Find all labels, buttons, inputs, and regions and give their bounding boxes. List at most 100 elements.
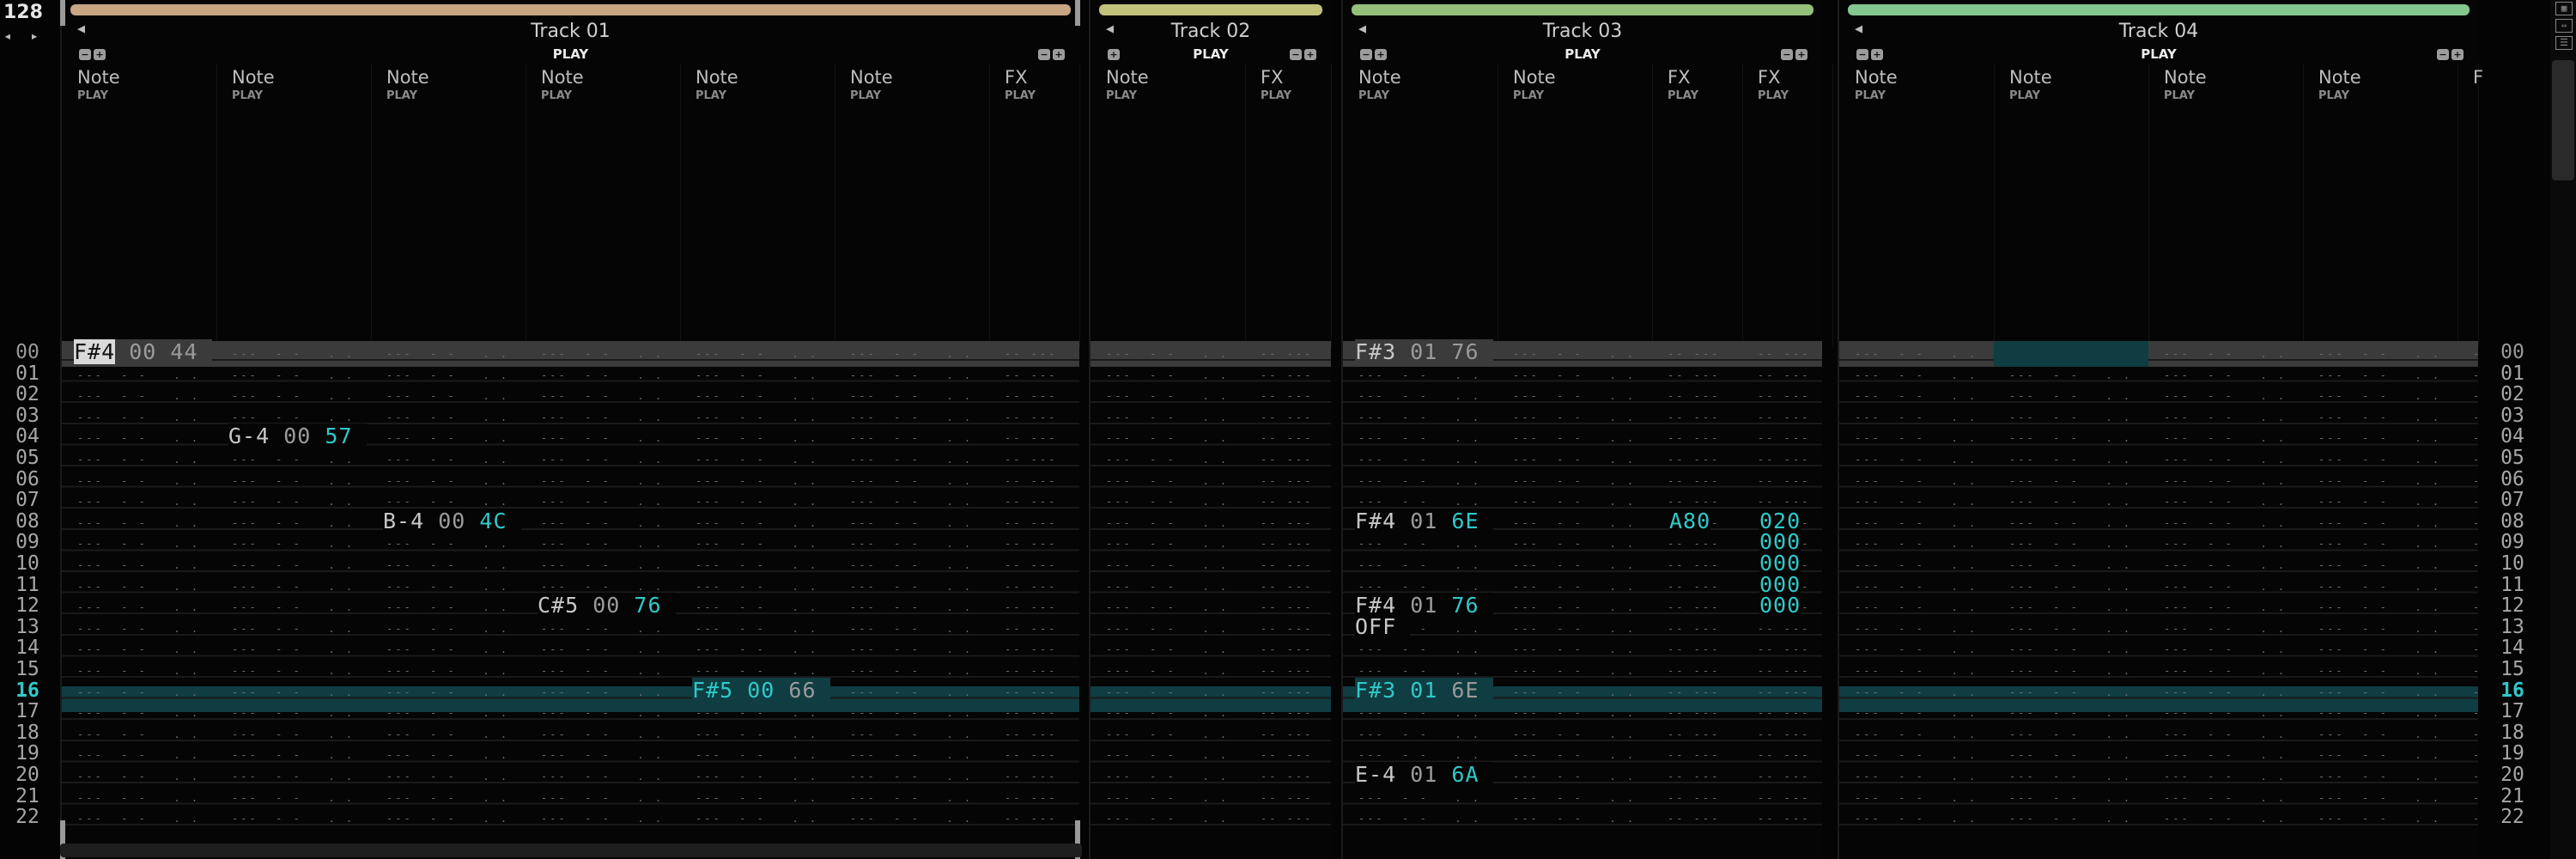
empty-cell[interactable]: --- - - . . xyxy=(850,411,973,423)
empty-cell[interactable]: --- - - . . xyxy=(1358,496,1481,508)
column-header[interactable]: FX PLAY xyxy=(1742,64,1833,347)
column-header[interactable]: Note PLAY xyxy=(1343,64,1498,347)
empty-cell[interactable]: --- - - . . xyxy=(2318,792,2441,804)
empty-cell[interactable]: --- - - . . xyxy=(2318,771,2441,783)
empty-cell[interactable]: -- --- xyxy=(1261,475,1313,487)
empty-cell[interactable]: --- - - . . xyxy=(386,559,509,571)
empty-cell[interactable]: --- - - . . xyxy=(232,369,355,381)
track-title[interactable]: Track 03 xyxy=(1343,21,1822,42)
empty-cell[interactable]: --- - - . . xyxy=(2164,749,2287,761)
empty-cell[interactable]: --- - - . . xyxy=(850,623,973,635)
empty-cell[interactable]: --- - - . . xyxy=(1106,559,1229,571)
empty-cell[interactable]: --- - - . . xyxy=(1513,538,1636,550)
empty-cell[interactable]: --- - - . . xyxy=(850,454,973,466)
empty-cell[interactable]: --- - - . . xyxy=(541,707,664,719)
empty-cell[interactable]: --- - - . . xyxy=(2164,559,2287,571)
empty-cell[interactable]: --- - - . . xyxy=(1513,411,1636,423)
empty-cell[interactable]: --- - - . . xyxy=(1358,813,1481,825)
empty-cell[interactable]: -- --- xyxy=(1005,601,1057,613)
column-header[interactable]: Note PLAY xyxy=(680,64,835,347)
empty-cell[interactable]: -- --- xyxy=(1005,496,1057,508)
empty-cell[interactable]: --- - - . . xyxy=(850,665,973,677)
track-title[interactable]: Track 01 xyxy=(62,21,1079,42)
empty-cell[interactable]: -- --- xyxy=(1758,432,1810,444)
vertical-scrollbar[interactable] xyxy=(2552,60,2574,180)
empty-cell[interactable]: --- - - . . xyxy=(850,369,973,381)
empty-cell[interactable]: --- - - . . xyxy=(77,411,200,423)
empty-cell[interactable]: --- - - . . xyxy=(696,728,818,740)
empty-cell[interactable]: -- --- xyxy=(1668,686,1720,698)
empty-cell[interactable]: -- --- xyxy=(1668,538,1720,550)
empty-cell[interactable]: --- - - . . xyxy=(386,749,509,761)
empty-cell[interactable]: --- - - . . xyxy=(850,771,973,783)
empty-cell[interactable]: --- - - . . xyxy=(2318,348,2441,360)
empty-cell[interactable]: -- --- xyxy=(1261,601,1313,613)
empty-cell[interactable]: --- - - . . xyxy=(696,792,818,804)
column-play-label[interactable]: PLAY xyxy=(77,89,108,102)
empty-cell[interactable]: --- - - . . xyxy=(2318,728,2441,740)
empty-cell[interactable]: --- - - . . xyxy=(696,369,818,381)
empty-cell[interactable]: --- - - . . xyxy=(1855,581,1978,593)
empty-cell[interactable]: --- - - . . xyxy=(2164,623,2287,635)
empty-cell[interactable]: --- - - . . xyxy=(696,707,818,719)
empty-cell[interactable]: --- - - . . xyxy=(2318,411,2441,423)
empty-cell[interactable]: --- - - . . xyxy=(850,686,973,698)
empty-cell[interactable]: -- --- xyxy=(1668,707,1720,719)
empty-cell[interactable]: --- - - . . xyxy=(2009,411,2132,423)
empty-cell[interactable]: --- - - . . xyxy=(2318,665,2441,677)
empty-cell[interactable]: --- - - . . xyxy=(2009,813,2132,825)
empty-cell[interactable]: -- --- xyxy=(1005,369,1057,381)
empty-cell[interactable]: --- - - . . xyxy=(77,601,200,613)
empty-cell[interactable]: --- - - . . xyxy=(1513,707,1636,719)
column-play-label[interactable]: PLAY xyxy=(1106,89,1137,102)
empty-cell[interactable]: --- - - . . xyxy=(541,411,664,423)
empty-cell[interactable]: - xyxy=(2473,707,2482,719)
empty-cell[interactable]: --- - - . . xyxy=(850,749,973,761)
empty-cell[interactable]: --- - - . . xyxy=(541,390,664,402)
empty-cell[interactable]: --- - - . . xyxy=(541,559,664,571)
empty-cell[interactable]: --- - - . . xyxy=(77,665,200,677)
empty-cell[interactable]: -- --- xyxy=(1005,538,1057,550)
column-play-label[interactable]: PLAY xyxy=(386,89,417,102)
empty-cell[interactable]: --- - - . . xyxy=(2164,771,2287,783)
selected-cell[interactable] xyxy=(1994,341,2148,367)
empty-cell[interactable]: --- - - . . xyxy=(1513,686,1636,698)
empty-cell[interactable]: --- - - . . xyxy=(2009,581,2132,593)
empty-cell[interactable]: --- - - . . xyxy=(696,538,818,550)
empty-cell[interactable]: -- --- xyxy=(1758,496,1810,508)
empty-cell[interactable]: --- - - . . xyxy=(2318,643,2441,655)
empty-cell[interactable]: --- - - . . xyxy=(2164,643,2287,655)
empty-cell[interactable]: --- - - . . xyxy=(1855,348,1978,360)
column-play-label[interactable]: PLAY xyxy=(1758,89,1789,102)
note-cell[interactable]: F#3 01 6E xyxy=(1355,677,1493,703)
fx-cell[interactable]: 000 xyxy=(1759,593,1801,618)
remove-fx-column-icon[interactable]: − xyxy=(1290,49,1302,60)
empty-cell[interactable]: --- - - . . xyxy=(696,749,818,761)
empty-cell[interactable]: -- --- xyxy=(1758,454,1810,466)
empty-cell[interactable]: -- --- xyxy=(1005,728,1057,740)
empty-cell[interactable]: --- - - . . xyxy=(541,454,664,466)
empty-cell[interactable]: --- - - . . xyxy=(232,454,355,466)
empty-cell[interactable]: --- - - . . xyxy=(386,728,509,740)
empty-cell[interactable]: -- --- xyxy=(1005,432,1057,444)
empty-cell[interactable]: --- - - . . xyxy=(696,411,818,423)
empty-cell[interactable]: --- - - . . xyxy=(2164,454,2287,466)
empty-cell[interactable]: --- - - . . xyxy=(77,792,200,804)
empty-cell[interactable]: --- - - . . xyxy=(1855,728,1978,740)
empty-cell[interactable]: --- - - . . xyxy=(2009,686,2132,698)
empty-cell[interactable]: -- --- xyxy=(1261,432,1313,444)
note-cell[interactable]: G-4 00 57 xyxy=(228,423,367,449)
empty-cell[interactable]: -- --- xyxy=(1005,390,1057,402)
empty-cell[interactable]: --- - - . . xyxy=(1855,623,1978,635)
empty-cell[interactable]: --- - - . . xyxy=(1358,643,1481,655)
empty-cell[interactable]: --- - - . . xyxy=(1358,728,1481,740)
empty-cell[interactable]: --- - - . . xyxy=(1855,475,1978,487)
empty-cell[interactable]: - xyxy=(2473,813,2482,825)
empty-cell[interactable]: - xyxy=(2473,369,2482,381)
empty-cell[interactable]: --- - - . . xyxy=(541,496,664,508)
empty-cell[interactable]: --- - - . . xyxy=(1106,496,1229,508)
empty-cell[interactable]: --- - - . . xyxy=(77,369,200,381)
track-color-bar[interactable] xyxy=(1352,4,1814,15)
empty-cell[interactable]: -- --- xyxy=(1668,792,1720,804)
column-header[interactable]: Note PLAY xyxy=(1994,64,2149,347)
